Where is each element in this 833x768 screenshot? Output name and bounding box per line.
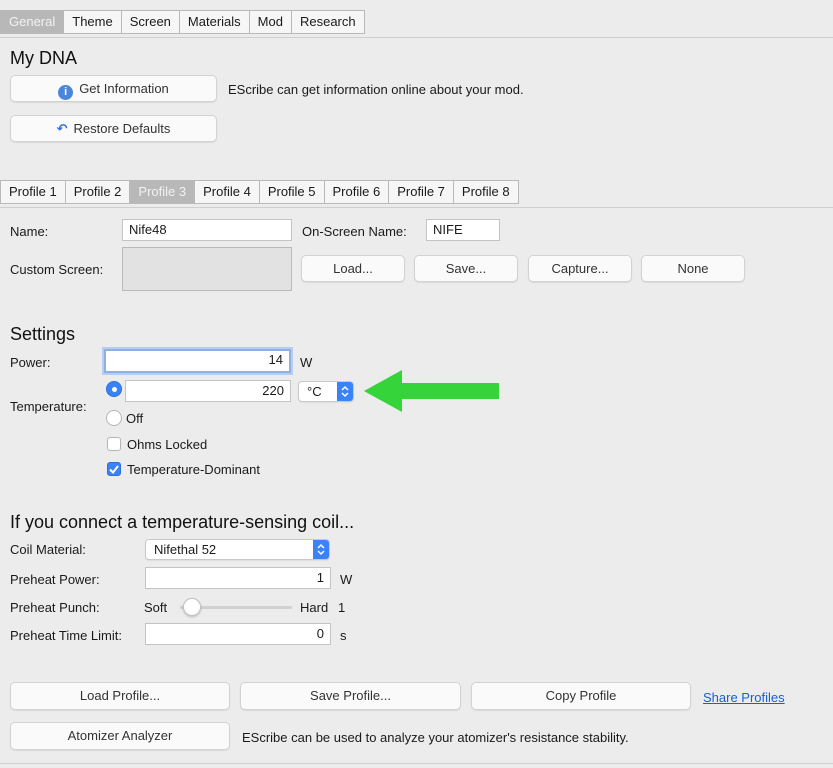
preheat-punch-soft-label: Soft — [144, 600, 168, 615]
tab-screen[interactable]: Screen — [120, 10, 179, 34]
bottom-divider — [0, 763, 833, 764]
capture-screen-button[interactable]: Capture... — [528, 255, 632, 282]
restore-defaults-label: Restore Defaults — [73, 121, 171, 136]
top-tab-divider — [0, 37, 833, 38]
tab-profile-3[interactable]: Profile 3 — [129, 180, 195, 204]
checkmark-icon — [109, 465, 119, 475]
top-tab-bar: General Theme Screen Materials Mod Resea… — [0, 10, 365, 34]
get-information-label: Get Information — [79, 81, 169, 96]
atomizer-analyzer-button[interactable]: Atomizer Analyzer — [10, 722, 230, 750]
power-input[interactable]: 14 — [104, 349, 291, 373]
get-information-description: EScribe can get information online about… — [228, 82, 524, 97]
settings-title: Settings — [10, 324, 76, 344]
coil-section-title: If you connect a temperature-sensing coi… — [10, 512, 355, 532]
onscreen-name-label: On-Screen Name: — [302, 224, 407, 239]
preheat-time-unit: s — [340, 628, 347, 643]
tab-profile-2[interactable]: Profile 2 — [64, 180, 130, 204]
temperature-off-radio[interactable] — [106, 410, 122, 426]
name-label: Name: — [10, 224, 49, 239]
my-dna-title: My DNA — [10, 48, 77, 68]
tab-profile-1[interactable]: Profile 1 — [0, 180, 65, 204]
load-screen-button[interactable]: Load... — [301, 255, 405, 282]
atomizer-analyzer-description: EScribe can be used to analyze your atom… — [242, 730, 629, 745]
none-screen-button[interactable]: None — [641, 255, 745, 282]
temperature-dominant-checkbox[interactable] — [107, 462, 121, 476]
temperature-label: Temperature: — [10, 399, 87, 414]
preheat-power-label: Preheat Power: — [10, 572, 100, 587]
load-profile-button[interactable]: Load Profile... — [10, 682, 230, 710]
temperature-unit-select[interactable]: °C — [298, 381, 354, 402]
tab-profile-6[interactable]: Profile 6 — [323, 180, 389, 204]
chevron-updown-icon — [313, 540, 329, 559]
preheat-punch-slider[interactable] — [180, 598, 292, 616]
share-profiles-link[interactable]: Share Profiles — [703, 690, 785, 705]
green-arrow-icon — [364, 370, 499, 412]
coil-material-label: Coil Material: — [10, 542, 86, 557]
tab-materials[interactable]: Materials — [178, 10, 249, 34]
tab-theme[interactable]: Theme — [63, 10, 121, 34]
info-icon: i — [58, 85, 74, 100]
custom-screen-label: Custom Screen: — [10, 262, 104, 277]
temperature-dominant-label: Temperature-Dominant — [127, 462, 260, 477]
ohms-locked-checkbox[interactable] — [107, 437, 121, 451]
profile-tab-divider — [0, 207, 833, 208]
power-label: Power: — [10, 355, 51, 370]
save-screen-button[interactable]: Save... — [414, 255, 518, 282]
tab-profile-7[interactable]: Profile 7 — [388, 180, 453, 204]
preheat-punch-hard-label: Hard — [300, 600, 329, 615]
coil-material-select[interactable]: Nifethal 52 — [145, 539, 330, 560]
temperature-input[interactable]: 220 — [125, 380, 291, 402]
restore-defaults-button[interactable]: ↶ Restore Defaults — [10, 115, 217, 142]
tab-general[interactable]: General — [0, 10, 64, 34]
preheat-power-unit: W — [340, 572, 353, 587]
tab-profile-5[interactable]: Profile 5 — [258, 180, 324, 204]
name-input[interactable]: Nife48 — [122, 219, 292, 241]
ohms-locked-label: Ohms Locked — [127, 437, 208, 452]
coil-material-value: Nifethal 52 — [154, 542, 217, 557]
tab-research[interactable]: Research — [290, 10, 365, 34]
preheat-punch-label: Preheat Punch: — [10, 600, 100, 615]
tab-profile-8[interactable]: Profile 8 — [452, 180, 519, 204]
preheat-punch-value: 1 — [338, 600, 346, 615]
preheat-power-input[interactable]: 1 — [145, 567, 331, 589]
tab-mod[interactable]: Mod — [248, 10, 291, 34]
power-unit: W — [300, 355, 313, 370]
undo-icon: ↶ — [56, 121, 68, 136]
profile-tab-bar: Profile 1 Profile 2 Profile 3 Profile 4 … — [0, 180, 519, 204]
tab-profile-4[interactable]: Profile 4 — [194, 180, 259, 204]
preheat-time-input[interactable]: 0 — [145, 623, 331, 645]
onscreen-name-input[interactable]: NIFE — [426, 219, 500, 241]
temperature-unit-value: °C — [307, 384, 322, 399]
copy-profile-button[interactable]: Copy Profile — [471, 682, 691, 710]
temperature-off-label: Off — [126, 411, 144, 426]
preheat-time-label: Preheat Time Limit: — [10, 628, 122, 643]
slider-thumb[interactable] — [183, 598, 201, 616]
get-information-button[interactable]: i Get Information — [10, 75, 217, 102]
chevron-updown-icon — [337, 382, 353, 401]
save-profile-button[interactable]: Save Profile... — [240, 682, 461, 710]
temperature-radio[interactable] — [106, 381, 122, 397]
custom-screen-preview — [122, 247, 292, 291]
